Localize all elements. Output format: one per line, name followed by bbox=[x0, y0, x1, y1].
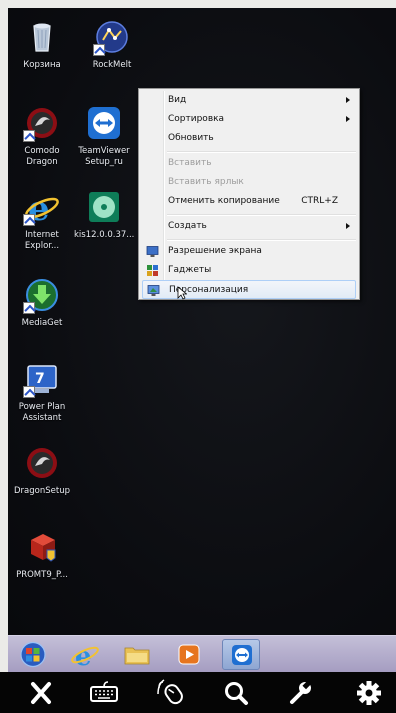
shortcut-arrow-icon bbox=[23, 214, 35, 226]
desktop-icon-promt[interactable]: PROMT9_P... bbox=[12, 528, 72, 581]
mediaget-icon bbox=[23, 276, 61, 314]
start-button[interactable] bbox=[14, 639, 52, 670]
menu-item-label: Отменить копирование bbox=[168, 196, 280, 206]
shortcut-arrow-icon bbox=[93, 44, 105, 56]
desktop-icon-label: RockMelt bbox=[92, 60, 132, 70]
comodo-dragon-icon bbox=[23, 104, 61, 142]
menu-item-screen-resolution[interactable]: Разрешение экрана bbox=[142, 242, 356, 261]
menu-item-sort[interactable]: Сортировка bbox=[142, 110, 356, 129]
menu-item-label: Гаджеты bbox=[168, 265, 212, 275]
menu-item-refresh[interactable]: Обновить bbox=[142, 129, 356, 148]
gadgets-icon bbox=[147, 265, 158, 276]
device-frame: Корзина RockMelt Comodo Dragon TeamViewe… bbox=[0, 0, 396, 713]
menu-item-paste: Вставить bbox=[142, 154, 356, 173]
monitor-icon bbox=[146, 246, 159, 257]
desktop-icon-comodo-dragon[interactable]: Comodo Dragon bbox=[12, 104, 72, 168]
menu-item-label: Вставить ярлык bbox=[168, 177, 244, 187]
taskbar: e bbox=[8, 635, 396, 672]
desktop-icon-label: TeamViewer Setup_ru bbox=[78, 146, 130, 167]
search-button[interactable] bbox=[220, 678, 252, 708]
desktop-icon-label: PROMT9_P... bbox=[16, 570, 68, 580]
teamviewer-icon bbox=[85, 104, 123, 142]
keyboard-button[interactable] bbox=[88, 678, 120, 708]
internet-explorer-icon: e bbox=[23, 188, 61, 229]
desktop-icon-label: DragonSetup bbox=[14, 486, 70, 496]
desktop-icon-label: Корзина bbox=[23, 60, 61, 70]
desktop-icon-internet-explorer[interactable]: e Internet Explor... bbox=[12, 188, 72, 252]
tools-button[interactable] bbox=[285, 678, 317, 708]
desktop-icon-recycle-bin[interactable]: Корзина bbox=[12, 18, 72, 71]
remote-control-bar bbox=[0, 672, 396, 713]
menu-item-label: Вставить bbox=[168, 158, 212, 168]
power-plan-icon: 7 bbox=[23, 360, 61, 398]
disc-installer-icon bbox=[85, 188, 123, 226]
mouse-icon bbox=[157, 679, 183, 705]
shortcut-arrow-icon bbox=[23, 386, 35, 398]
desktop[interactable]: Корзина RockMelt Comodo Dragon TeamViewe… bbox=[8, 8, 396, 635]
internet-explorer-icon: e bbox=[71, 642, 99, 672]
promt-setup-icon bbox=[23, 528, 61, 566]
menu-separator bbox=[167, 151, 356, 153]
close-button[interactable] bbox=[25, 678, 57, 708]
menu-separator bbox=[167, 214, 356, 216]
desktop-icon-label: MediaGet bbox=[21, 318, 63, 328]
close-icon bbox=[31, 682, 51, 704]
menu-item-label: Разрешение экрана bbox=[168, 246, 262, 256]
menu-item-label: Сортировка bbox=[168, 114, 225, 124]
taskbar-internet-explorer[interactable]: e bbox=[66, 639, 104, 672]
explorer-folder-icon bbox=[124, 647, 150, 665]
svg-text:7: 7 bbox=[35, 371, 45, 387]
menu-item-label: Вид bbox=[168, 95, 187, 105]
rockmelt-icon bbox=[93, 18, 131, 56]
teamviewer-icon bbox=[232, 645, 252, 665]
menu-item-view[interactable]: Вид bbox=[142, 91, 356, 110]
dragon-setup-icon bbox=[23, 444, 61, 482]
menu-item-label: Обновить bbox=[168, 133, 214, 143]
settings-button[interactable] bbox=[353, 678, 385, 708]
menu-item-label: Создать bbox=[168, 221, 207, 231]
start-orb-icon bbox=[20, 641, 46, 668]
desktop-context-menu: Вид Сортировка Обновить Вставить Вставит… bbox=[138, 88, 360, 300]
desktop-icon-label: Power Plan Assistant bbox=[18, 402, 66, 423]
media-player-icon bbox=[178, 644, 200, 665]
menu-item-undo-copy[interactable]: Отменить копирование CTRL+Z bbox=[142, 192, 356, 211]
menu-item-gadgets[interactable]: Гаджеты bbox=[142, 261, 356, 280]
menu-item-create[interactable]: Создать bbox=[142, 217, 356, 236]
taskbar-teamviewer[interactable] bbox=[222, 639, 260, 670]
submenu-arrow-icon bbox=[346, 223, 350, 229]
desktop-icon-mediaget[interactable]: MediaGet bbox=[12, 276, 72, 329]
menu-item-shortcut: CTRL+Z bbox=[301, 196, 338, 206]
menu-separator bbox=[167, 239, 356, 241]
taskbar-explorer[interactable] bbox=[118, 639, 156, 670]
shortcut-arrow-icon bbox=[23, 302, 35, 314]
menu-item-personalize[interactable]: Персонализация bbox=[142, 280, 356, 299]
taskbar-media-player[interactable] bbox=[170, 639, 208, 670]
personalize-icon bbox=[147, 285, 160, 296]
desktop-icon-teamviewer[interactable]: TeamViewer Setup_ru bbox=[74, 104, 134, 168]
desktop-icon-label: Internet Explor... bbox=[24, 230, 60, 251]
desktop-icon-kis-installer[interactable]: kis12.0.0.37... bbox=[74, 188, 134, 241]
mouse-button[interactable] bbox=[155, 678, 187, 708]
submenu-arrow-icon bbox=[346, 116, 350, 122]
search-icon bbox=[225, 682, 248, 705]
menu-item-paste-shortcut: Вставить ярлык bbox=[142, 173, 356, 192]
desktop-icon-power-plan[interactable]: 7 Power Plan Assistant bbox=[12, 360, 72, 424]
gear-icon bbox=[357, 681, 381, 705]
wrench-icon bbox=[290, 680, 311, 704]
mouse-cursor-icon bbox=[177, 286, 187, 300]
submenu-arrow-icon bbox=[346, 97, 350, 103]
desktop-icon-label: Comodo Dragon bbox=[24, 146, 60, 167]
shortcut-arrow-icon bbox=[23, 130, 35, 142]
desktop-icon-rockmelt[interactable]: RockMelt bbox=[82, 18, 142, 71]
recycle-bin-icon bbox=[23, 18, 61, 56]
desktop-icon-label: kis12.0.0.37... bbox=[74, 230, 135, 240]
keyboard-icon bbox=[90, 681, 118, 702]
desktop-icon-dragon-setup[interactable]: DragonSetup bbox=[12, 444, 72, 497]
svg-text:e: e bbox=[75, 642, 92, 670]
